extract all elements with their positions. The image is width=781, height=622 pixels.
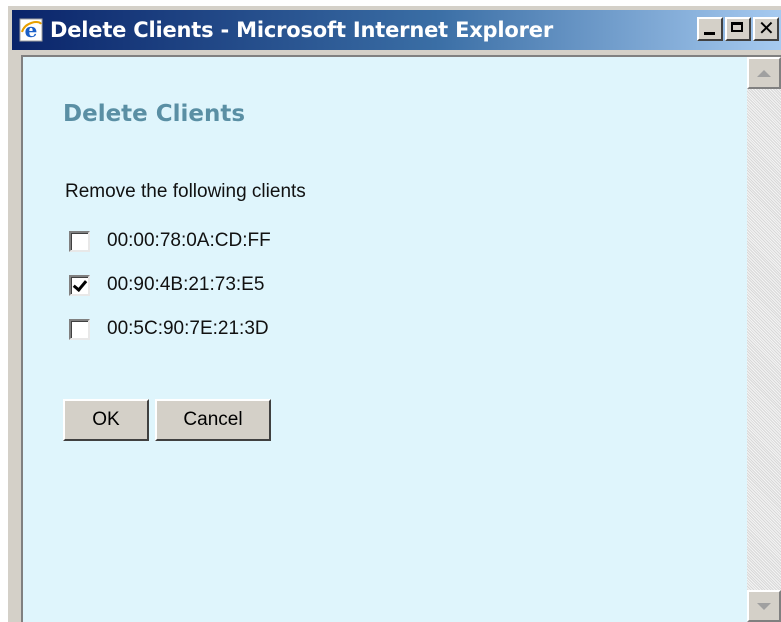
client-checkbox-2[interactable] <box>69 274 90 296</box>
client-list: 00:00:78:0A:CD:FF 00:90:4B:21:73:E5 00:5… <box>69 219 271 351</box>
window-controls: ✕ <box>695 17 779 41</box>
dialog-buttons: OK Cancel <box>63 399 277 441</box>
client-mac-label: 00:00:78:0A:CD:FF <box>107 230 271 251</box>
client-checkbox-1[interactable] <box>69 230 90 252</box>
client-row: 00:5C:90:7E:21:3D <box>69 307 271 351</box>
ok-button[interactable]: OK <box>63 399 149 441</box>
client-row: 00:00:78:0A:CD:FF <box>69 219 271 263</box>
page-title: Delete Clients <box>63 101 246 127</box>
window-title: Delete Clients - Microsoft Internet Expl… <box>50 18 553 42</box>
page-viewport: Delete Clients Remove the following clie… <box>21 55 781 622</box>
scroll-down-button[interactable] <box>747 590 781 622</box>
internet-explorer-icon: e <box>18 17 44 43</box>
client-mac-label: 00:90:4B:21:73:E5 <box>107 274 265 295</box>
client-row: 00:90:4B:21:73:E5 <box>69 263 271 307</box>
cancel-button[interactable]: Cancel <box>155 399 271 441</box>
browser-window: e Delete Clients - Microsoft Internet Ex… <box>8 6 781 622</box>
client-mac-label: 00:5C:90:7E:21:3D <box>107 318 269 339</box>
vertical-scrollbar[interactable] <box>747 57 781 622</box>
maximize-button[interactable] <box>725 17 751 41</box>
client-checkbox-3[interactable] <box>69 318 90 340</box>
arrow-up-icon <box>757 69 771 77</box>
scroll-up-button[interactable] <box>747 57 781 89</box>
close-icon: ✕ <box>758 16 775 40</box>
minimize-button[interactable] <box>697 17 723 41</box>
instruction-text: Remove the following clients <box>65 181 306 202</box>
arrow-down-icon <box>757 602 771 610</box>
title-bar[interactable]: e Delete Clients - Microsoft Internet Ex… <box>12 10 781 50</box>
page-content: Delete Clients Remove the following clie… <box>23 57 747 622</box>
close-button[interactable]: ✕ <box>753 17 779 41</box>
